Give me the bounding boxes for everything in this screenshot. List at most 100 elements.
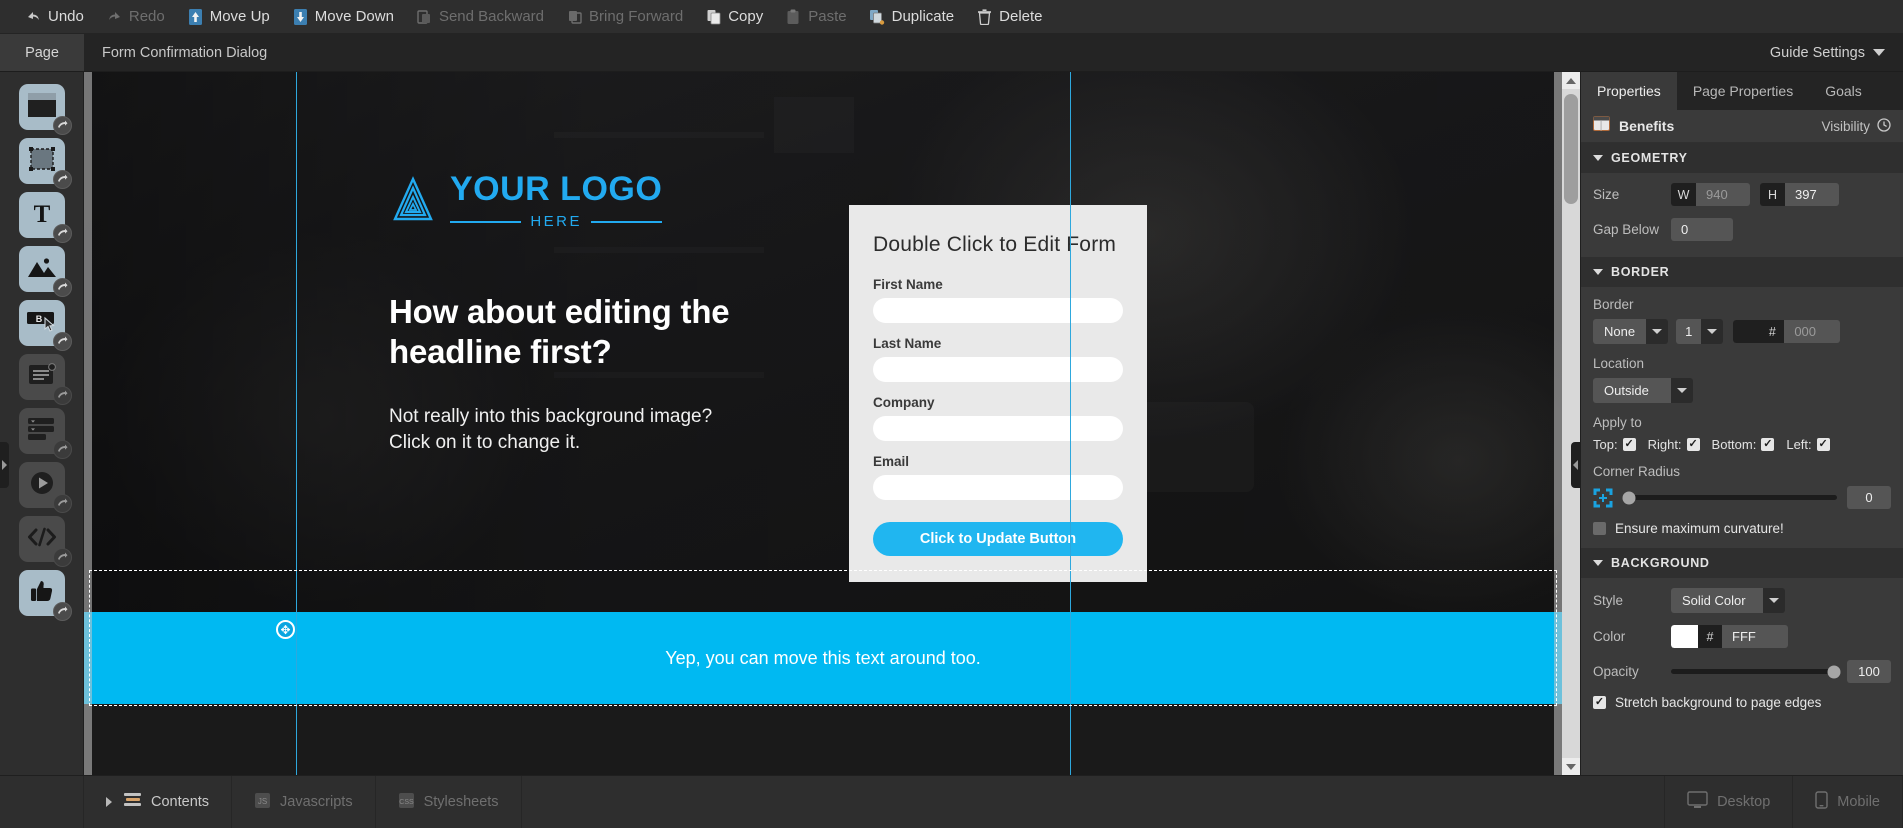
- toolbar-move-up-button[interactable]: Move Up: [176, 0, 281, 34]
- border-color-field[interactable]: # 000: [1733, 320, 1841, 343]
- apply-bottom-checkbox[interactable]: [1761, 438, 1775, 451]
- last-name-input[interactable]: [873, 357, 1123, 382]
- form-title[interactable]: Double Click to Edit Form: [873, 233, 1123, 257]
- bg-color-field[interactable]: # FFF: [1671, 625, 1788, 648]
- hero-section[interactable]: YOUR LOGO HERE How about editing the hea…: [84, 72, 1562, 612]
- section-background-header[interactable]: BACKGROUND: [1581, 548, 1903, 578]
- max-curvature-row[interactable]: Ensure maximum curvature!: [1593, 521, 1891, 536]
- tab-page-properties[interactable]: Page Properties: [1677, 72, 1809, 110]
- opacity-slider[interactable]: [1671, 665, 1841, 678]
- tool-text[interactable]: T: [18, 192, 72, 243]
- bg-color-value[interactable]: FFF: [1722, 625, 1788, 648]
- copy-icon: [705, 8, 722, 25]
- collapse-left-rail-handle[interactable]: [0, 442, 9, 488]
- toolbar-copy-button[interactable]: Copy: [694, 0, 774, 34]
- border-style-dropdown[interactable]: None: [1593, 319, 1669, 344]
- apply-bottom-group[interactable]: Bottom:: [1712, 437, 1775, 452]
- guide-settings-dropdown[interactable]: Guide Settings: [1770, 34, 1903, 71]
- toolbar-send-backward-button[interactable]: Send Backward: [405, 0, 555, 34]
- corner-radius-slider[interactable]: [1622, 491, 1837, 504]
- width-field[interactable]: W 940: [1671, 183, 1750, 206]
- apply-right-group[interactable]: Right:: [1648, 437, 1700, 452]
- border-width-value: 1: [1676, 319, 1702, 344]
- stretch-background-row[interactable]: Stretch background to page edges: [1593, 695, 1891, 710]
- form-submit-button[interactable]: Click to Update Button: [873, 522, 1123, 556]
- tool-button[interactable]: B: [18, 300, 72, 351]
- tab-goals[interactable]: Goals: [1809, 72, 1878, 110]
- canvas-vertical-scrollbar[interactable]: [1562, 72, 1580, 775]
- tool-video[interactable]: [18, 462, 72, 513]
- border-color-swatch[interactable]: [1733, 320, 1761, 343]
- hash-prefix: #: [1760, 320, 1785, 343]
- apply-right-checkbox[interactable]: [1686, 438, 1700, 451]
- toolbar-undo-button[interactable]: Undo: [14, 0, 95, 34]
- tool-image[interactable]: [18, 246, 72, 297]
- border-color-value[interactable]: 000: [1784, 320, 1841, 343]
- tool-add-badge-icon: [52, 332, 72, 351]
- logo[interactable]: YOUR LOGO HERE: [389, 172, 663, 230]
- lead-form[interactable]: Double Click to Edit Form First Name Las…: [849, 205, 1147, 582]
- section-geometry-header[interactable]: GEOMETRY: [1581, 143, 1903, 173]
- stretch-background-checkbox[interactable]: [1593, 696, 1606, 709]
- toolbar-duplicate-button[interactable]: Duplicate: [858, 0, 966, 34]
- document-bar: Page Form Confirmation Dialog Guide Sett…: [0, 34, 1903, 72]
- tool-content-block[interactable]: [18, 354, 72, 405]
- apply-left-group[interactable]: Left:: [1786, 437, 1830, 452]
- hero-subcopy[interactable]: Not really into this background image? C…: [389, 404, 719, 456]
- list-lines-icon: [123, 792, 142, 813]
- page-canvas[interactable]: YOUR LOGO HERE How about editing the hea…: [84, 72, 1580, 775]
- tool-box-section[interactable]: [18, 84, 72, 135]
- opacity-knob[interactable]: [1827, 665, 1841, 678]
- viewport-label: Mobile: [1837, 794, 1880, 810]
- toolbar-delete-button[interactable]: Delete: [965, 0, 1053, 34]
- tool-social[interactable]: [18, 570, 72, 621]
- company-input[interactable]: [873, 416, 1123, 441]
- width-value[interactable]: 940: [1696, 183, 1750, 206]
- first-name-input[interactable]: [873, 298, 1123, 323]
- border-width-dropdown[interactable]: 1: [1676, 319, 1724, 344]
- height-field[interactable]: H 397: [1760, 183, 1839, 206]
- section-border-header[interactable]: BORDER: [1581, 257, 1903, 287]
- collapse-properties-handle[interactable]: [1571, 442, 1580, 488]
- apply-top-group[interactable]: Top:: [1593, 437, 1636, 452]
- visibility-toggle[interactable]: Visibility: [1821, 117, 1891, 135]
- selection-move-handle[interactable]: ✥: [276, 620, 295, 639]
- scroll-up-button[interactable]: [1562, 72, 1580, 89]
- toolbar-redo-button[interactable]: Redo: [95, 0, 176, 34]
- email-input[interactable]: [873, 475, 1123, 500]
- toolbar-paste-button[interactable]: Paste: [774, 0, 857, 34]
- tab-properties[interactable]: Properties: [1581, 72, 1677, 110]
- bg-color-swatch[interactable]: [1671, 625, 1698, 648]
- scroll-down-button[interactable]: [1562, 758, 1580, 775]
- corner-radius-icon[interactable]: [1593, 488, 1613, 508]
- corner-radius-value[interactable]: 0: [1847, 486, 1891, 509]
- toolbar-item-label: Duplicate: [891, 8, 955, 25]
- corner-radius-knob[interactable]: [1622, 491, 1636, 504]
- apply-top-checkbox[interactable]: [1622, 438, 1636, 451]
- toolbar-move-down-button[interactable]: Move Down: [281, 0, 405, 34]
- viewport-mobile-button[interactable]: Mobile: [1793, 776, 1903, 828]
- max-curvature-checkbox[interactable]: [1593, 522, 1606, 535]
- height-value[interactable]: 397: [1785, 183, 1839, 206]
- hero-headline[interactable]: How about editing the headline first?: [389, 292, 859, 373]
- scrollbar-thumb[interactable]: [1564, 94, 1578, 204]
- toolbar-bring-forward-button[interactable]: Bring Forward: [555, 0, 694, 34]
- bg-style-dropdown[interactable]: Solid Color: [1671, 588, 1785, 613]
- page-tab[interactable]: Page: [0, 34, 84, 71]
- bottom-tab-javascripts[interactable]: JS Javascripts: [232, 776, 376, 828]
- tool-shape[interactable]: [18, 138, 72, 189]
- apply-left-checkbox[interactable]: [1816, 438, 1830, 451]
- opacity-value[interactable]: 100: [1847, 660, 1891, 683]
- bottom-tab-contents[interactable]: Contents: [84, 776, 233, 828]
- border-location-dropdown[interactable]: Outside: [1593, 378, 1693, 403]
- tool-add-badge-icon: [52, 170, 72, 189]
- bottom-tab-stylesheets[interactable]: CSS Stylesheets: [376, 776, 522, 828]
- gap-below-input[interactable]: 0: [1671, 218, 1733, 241]
- tool-add-badge-icon: [52, 116, 72, 135]
- border-controls-row: None 1 # 000: [1593, 319, 1891, 344]
- viewport-desktop-button[interactable]: Desktop: [1665, 776, 1794, 828]
- tool-form[interactable]: [18, 408, 72, 459]
- banner-text[interactable]: Yep, you can move this text around too.: [665, 648, 981, 669]
- tool-code[interactable]: [18, 516, 72, 567]
- banner-section[interactable]: Yep, you can move this text around too.: [84, 612, 1562, 704]
